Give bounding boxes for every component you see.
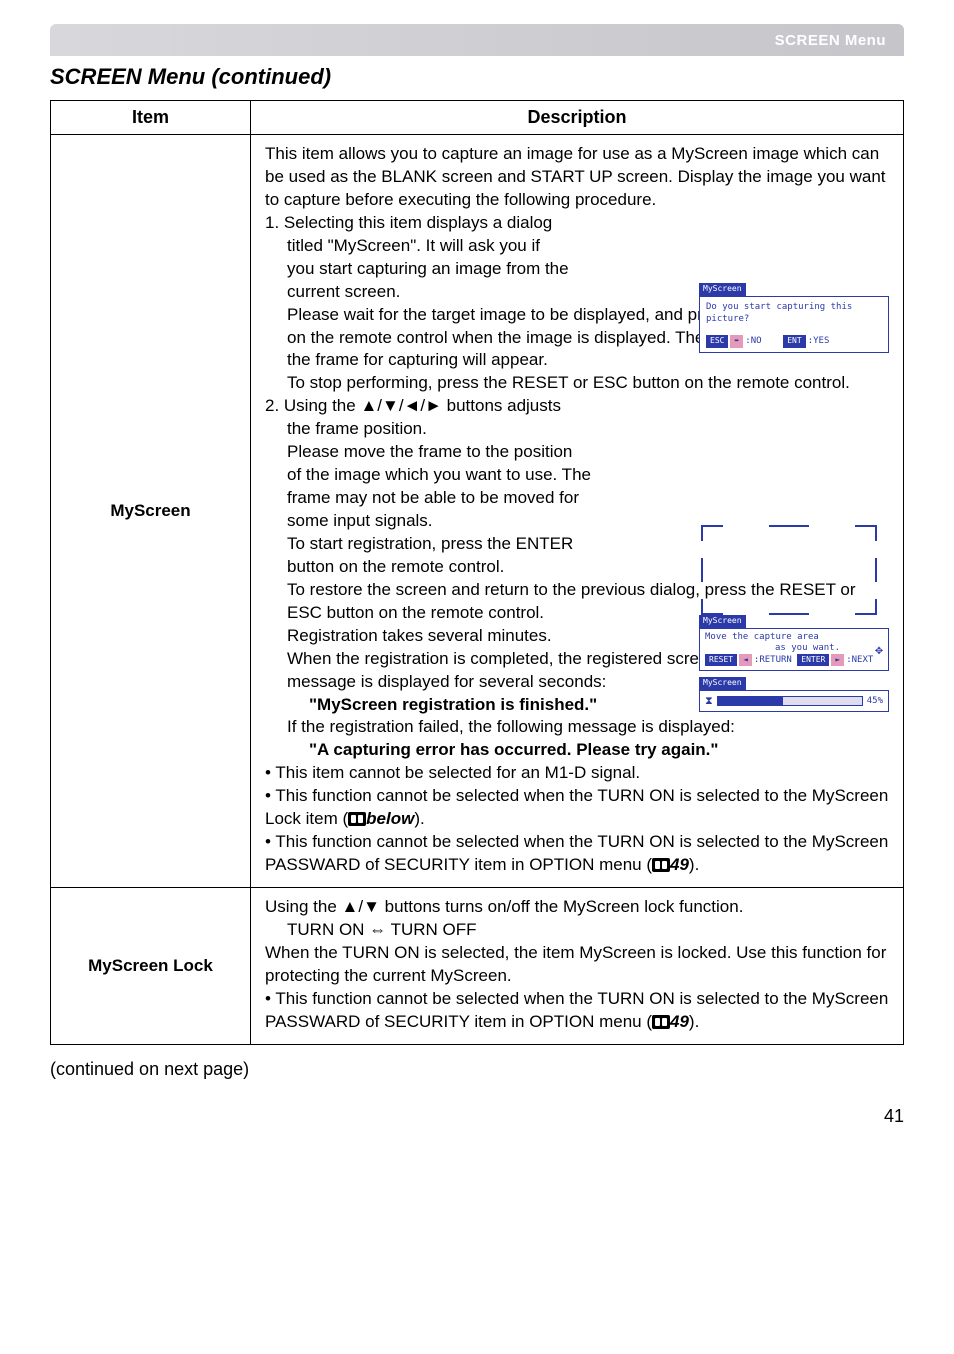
- dialog2-title: MyScreen: [699, 615, 746, 628]
- lock-toggle: TURN ON ⇔ TURN OFF: [265, 919, 891, 942]
- manual-icon: [652, 1015, 670, 1029]
- dialog-confirm-capture: MyScreen Do you start capturing this pic…: [699, 283, 889, 353]
- col-header-item: Item: [51, 101, 251, 135]
- continued-note: (continued on next page): [50, 1059, 904, 1080]
- myscreen-intro: This item allows you to capture an image…: [265, 143, 891, 212]
- step2-line1: 2. Using the ▲/▼/◄/► buttons adjusts: [265, 395, 891, 418]
- capture-frame-graphic: [701, 525, 877, 615]
- dialog-move-area: MyScreen Move the capture area ✥ as you …: [699, 615, 889, 671]
- bullet-m1d: • This item cannot be selected for an M1…: [265, 762, 891, 785]
- lock-bullet-end: ).: [689, 1012, 699, 1031]
- manual-icon: [348, 812, 366, 826]
- header-title: SCREEN Menu: [775, 32, 886, 49]
- step2-line3: Please move the frame to the position: [265, 441, 891, 464]
- row-myscreen-lock: MyScreen Lock Using the ▲/▼ buttons turn…: [51, 888, 904, 1045]
- col-header-description: Description: [251, 101, 904, 135]
- page-number: 41: [50, 1106, 904, 1127]
- table-header-row: Item Description: [51, 101, 904, 135]
- bullet-security-text: • This function cannot be selected when …: [265, 832, 888, 874]
- desc-myscreen-lock: Using the ▲/▼ buttons turns on/off the M…: [251, 888, 904, 1045]
- dialog2-next: :NEXT: [846, 655, 873, 665]
- dialog1-ent: ENT: [783, 335, 805, 348]
- step2-line2: the frame position.: [265, 418, 891, 441]
- step1-line3: you start capturing an image from the: [265, 258, 891, 281]
- msg-error: "A capturing error has occurred. Please …: [265, 739, 891, 762]
- ref-49: 49: [670, 855, 689, 874]
- manual-icon: [652, 858, 670, 872]
- item-myscreen: MyScreen: [51, 135, 251, 888]
- lock-bullet: • This function cannot be selected when …: [265, 988, 891, 1034]
- bullet-lock: • This function cannot be selected when …: [265, 785, 891, 831]
- dialog2-reset: RESET: [705, 654, 737, 666]
- row-myscreen: MyScreen MyScreen Do you start capturing…: [51, 135, 904, 888]
- dialog2-line1: Move the capture area: [705, 632, 819, 642]
- lock-ref-49: 49: [670, 1012, 689, 1031]
- dialog2-line2: as you want.: [705, 643, 840, 653]
- hourglass-icon: ⧗: [705, 695, 713, 706]
- dialog1-yes: :YES: [808, 336, 830, 346]
- ref-below: below: [366, 809, 414, 828]
- dialog-progress: MyScreen ⧗ 45%: [699, 677, 889, 712]
- lock-line1: Using the ▲/▼ buttons turns on/off the M…: [265, 896, 891, 919]
- dialog3-title: MyScreen: [699, 677, 746, 690]
- step2-line5: frame may not be able to be moved for: [265, 487, 891, 510]
- step1-stop: To stop performing, press the RESET or E…: [265, 372, 891, 395]
- step1-line1: 1. Selecting this item displays a dialog: [265, 212, 891, 235]
- move-arrows-icon: ✥: [875, 643, 883, 659]
- dialog1-no: :NO: [745, 336, 761, 346]
- left-arrow-icon: ◄: [739, 654, 752, 666]
- arrow-icon: ➨: [730, 335, 743, 348]
- dialog3-percent: 45%: [867, 695, 883, 707]
- right-arrow-icon: ►: [831, 654, 844, 666]
- step2-line4: of the image which you want to use. The: [265, 464, 891, 487]
- dialog1-title: MyScreen: [699, 283, 746, 296]
- step2-fail: If the registration failed, the followin…: [265, 716, 891, 739]
- bullet-security-end: ).: [689, 855, 699, 874]
- item-myscreen-lock: MyScreen Lock: [51, 888, 251, 1045]
- dialog1-esc: ESC: [706, 335, 728, 348]
- bullet-lock-end: ).: [414, 809, 424, 828]
- dialog1-line: Do you start capturing this picture?: [706, 301, 882, 325]
- desc-myscreen: MyScreen Do you start capturing this pic…: [251, 135, 904, 888]
- section-title: SCREEN Menu (continued): [50, 64, 904, 90]
- lock-line3: When the TURN ON is selected, the item M…: [265, 942, 891, 988]
- dialog2-return: :RETURN: [754, 655, 792, 665]
- bullet-security: • This function cannot be selected when …: [265, 831, 891, 877]
- screen-menu-table: Item Description MyScreen MyScreen Do yo…: [50, 100, 904, 1045]
- progress-bar: [717, 696, 863, 706]
- page-header-bar: SCREEN Menu: [50, 24, 904, 56]
- dialog2-enter: ENTER: [797, 654, 829, 666]
- lock-bullet-text: • This function cannot be selected when …: [265, 989, 888, 1031]
- step1-line2: titled "MyScreen". It will ask you if: [265, 235, 891, 258]
